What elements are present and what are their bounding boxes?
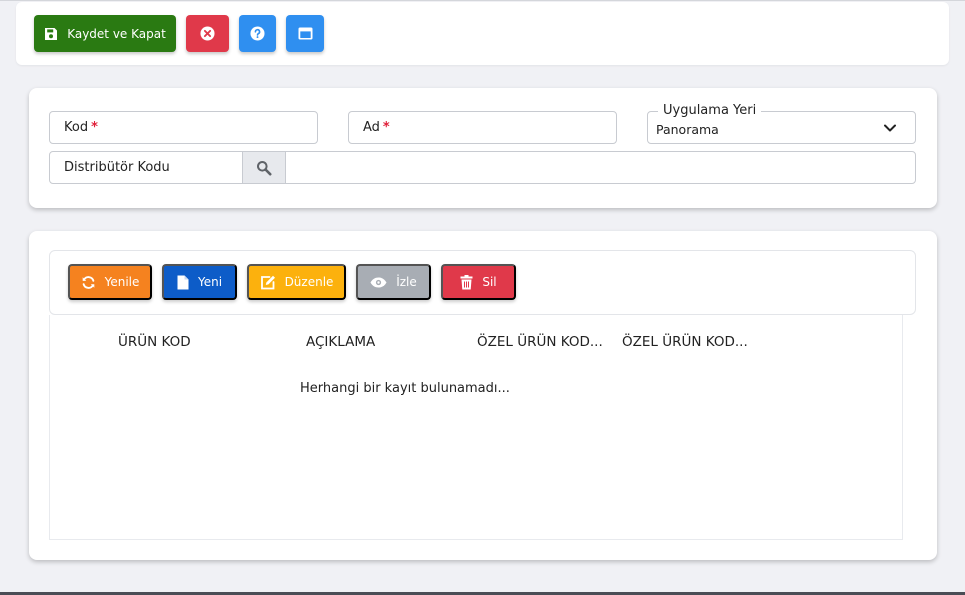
action-toolbar: Kaydet ve Kapat xyxy=(16,2,949,65)
list-panel: Yenile Yeni Düzenle İzle Sil ÜRÜN KOD AÇ… xyxy=(29,231,937,560)
view-button[interactable]: İzle xyxy=(356,264,431,300)
close-button[interactable] xyxy=(186,15,229,52)
view-label: İzle xyxy=(396,275,417,289)
delete-button[interactable]: Sil xyxy=(441,264,516,300)
distributor-search-button[interactable] xyxy=(243,152,286,183)
data-grid: ÜRÜN KOD AÇIKLAMA ÖZEL ÜRÜN KOD... ÖZEL … xyxy=(49,315,903,540)
close-circle-icon xyxy=(200,26,215,41)
ad-field[interactable]: Ad * xyxy=(348,111,617,144)
refresh-icon xyxy=(82,275,94,289)
distributor-code-label-box: Distribütör Kodu xyxy=(50,152,243,183)
refresh-label: Yenile xyxy=(104,275,140,289)
edit-label: Düzenle xyxy=(284,275,334,289)
column-header-ozel-urun-kod-1[interactable]: ÖZEL ÜRÜN KOD... xyxy=(477,334,603,350)
distributor-code-field[interactable]: Distribütör Kodu xyxy=(49,151,916,184)
required-mark: * xyxy=(382,120,390,135)
uygulama-yeri-value: Panorama xyxy=(656,122,719,137)
ad-label: Ad * xyxy=(363,120,390,135)
edit-button[interactable]: Düzenle xyxy=(247,264,346,300)
save-and-close-label: Kaydet ve Kapat xyxy=(67,26,166,41)
list-toolbar: Yenile Yeni Düzenle İzle Sil xyxy=(49,250,916,315)
column-header-urun-kod[interactable]: ÜRÜN KOD xyxy=(118,334,191,350)
window-button[interactable] xyxy=(286,15,324,52)
eye-icon xyxy=(370,277,387,287)
help-button[interactable] xyxy=(239,15,276,52)
uygulama-yeri-legend: Uygulama Yeri xyxy=(658,103,762,118)
trash-icon xyxy=(460,274,473,289)
new-label: Yeni xyxy=(197,275,223,289)
new-button[interactable]: Yeni xyxy=(162,264,237,300)
save-and-close-button[interactable]: Kaydet ve Kapat xyxy=(34,15,176,52)
column-header-aciklama[interactable]: AÇIKLAMA xyxy=(306,334,375,350)
chevron-down-icon[interactable] xyxy=(883,121,897,135)
kod-label: Kod * xyxy=(64,120,98,135)
help-circle-icon xyxy=(250,26,265,41)
column-header-ozel-urun-kod-2[interactable]: ÖZEL ÜRÜN KOD... xyxy=(622,334,748,350)
refresh-button[interactable]: Yenile xyxy=(68,264,152,300)
uygulama-yeri-select[interactable]: Uygulama Yeri Panorama xyxy=(647,103,916,144)
delete-label: Sil xyxy=(482,275,497,289)
distributor-code-label: Distribütör Kodu xyxy=(64,160,170,175)
form-panel: Kod * Ad * Uygulama Yeri Panorama Distribü… xyxy=(29,88,937,208)
file-icon xyxy=(177,275,189,289)
top-divider xyxy=(0,0,965,1)
search-icon xyxy=(257,160,272,175)
window-icon xyxy=(298,27,312,40)
empty-state-message: Herhangi bir kayıt bulunamadı... xyxy=(300,381,510,396)
edit-icon xyxy=(260,275,275,289)
kod-field[interactable]: Kod * xyxy=(49,111,318,144)
required-mark: * xyxy=(91,120,98,135)
save-icon xyxy=(45,27,58,40)
